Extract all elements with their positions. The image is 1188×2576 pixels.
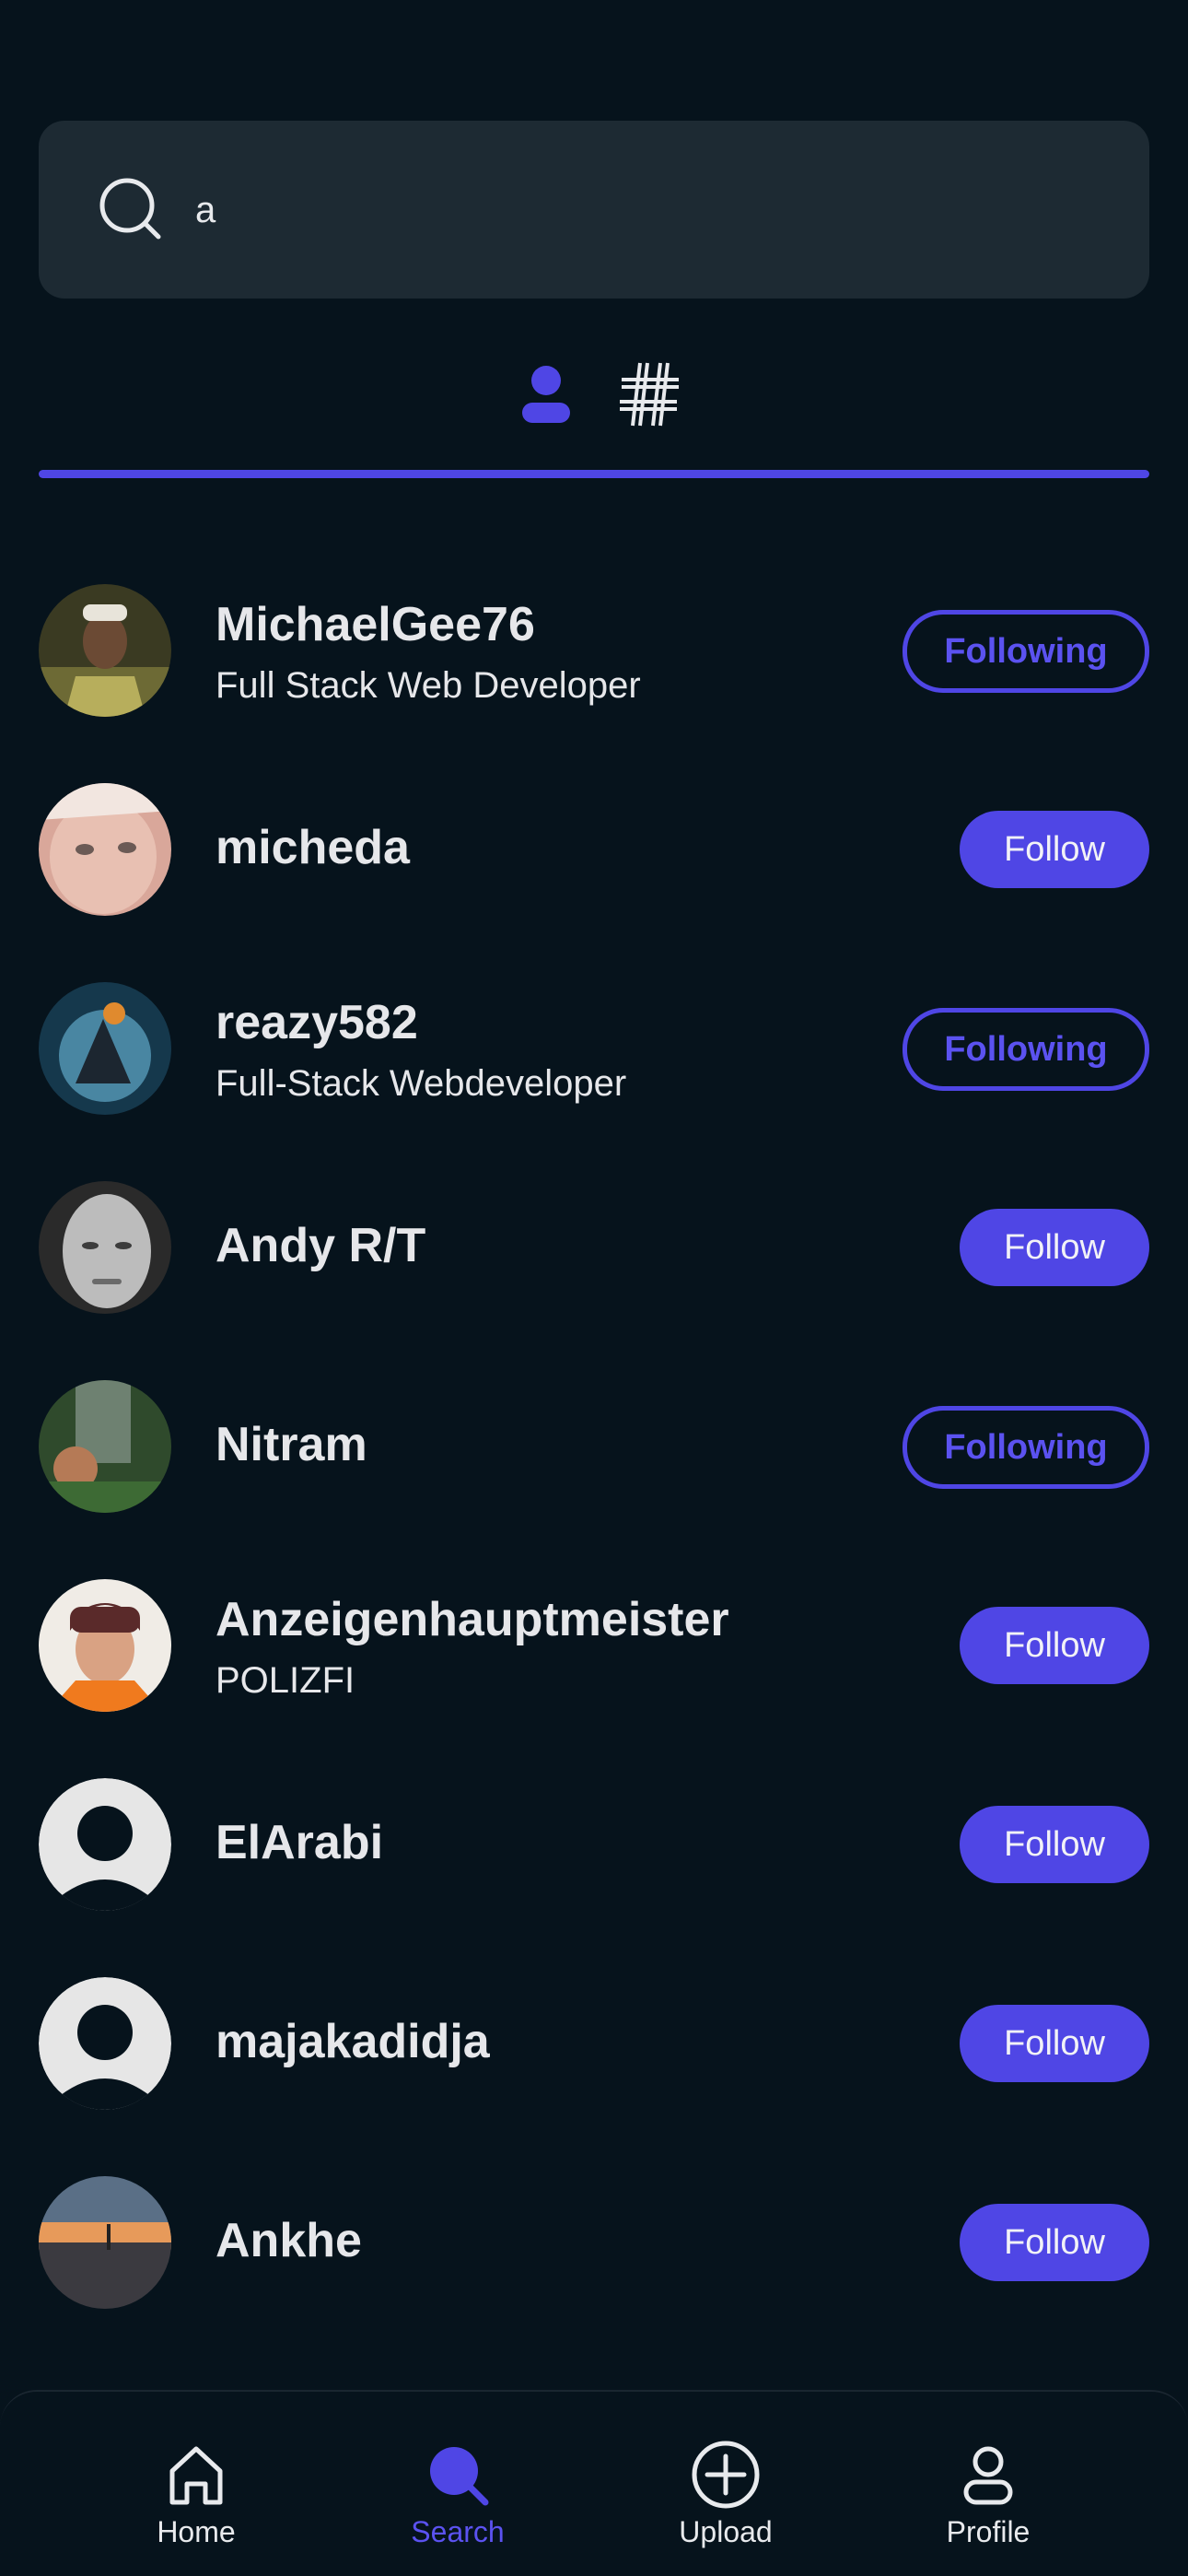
user-row[interactable]: MichaelGee76 Full Stack Web Developer Fo…	[39, 571, 1149, 770]
active-tab-indicator	[39, 470, 1149, 478]
follow-button[interactable]: Follow	[960, 811, 1149, 888]
avatar[interactable]	[39, 584, 171, 717]
follow-button[interactable]: Follow	[960, 1209, 1149, 1286]
user-results-list: MichaelGee76 Full Stack Web Developer Fo…	[39, 571, 1149, 2362]
bottom-nav: Home Search Upload Profile	[0, 2390, 1188, 2576]
plus-circle-icon	[692, 2441, 760, 2509]
username[interactable]: MichaelGee76	[215, 597, 535, 652]
nav-search-label: Search	[411, 2515, 505, 2548]
user-bio: Full Stack Web Developer	[215, 665, 641, 706]
default-avatar-icon	[39, 1977, 171, 2110]
avatar[interactable]	[39, 2176, 171, 2309]
search-icon	[99, 178, 161, 240]
nav-home-label: Home	[157, 2515, 236, 2548]
search-tabs	[39, 332, 1149, 479]
user-row[interactable]: Ankhe Follow	[39, 2163, 1149, 2362]
username[interactable]: micheda	[215, 820, 410, 875]
nav-profile-label: Profile	[946, 2515, 1031, 2548]
home-icon	[169, 2446, 223, 2505]
user-row[interactable]: majakadidja Follow	[39, 1964, 1149, 2163]
username[interactable]: Anzeigenhauptmeister	[215, 1592, 729, 1647]
user-row[interactable]: reazy582 Full-Stack Webdeveloper Followi…	[39, 969, 1149, 1168]
tab-hashtags[interactable]	[608, 348, 691, 440]
username[interactable]: Andy R/T	[215, 1218, 425, 1273]
username[interactable]: ElArabi	[215, 1815, 383, 1870]
hashtag-icon	[620, 362, 679, 427]
avatar[interactable]	[39, 1579, 171, 1712]
tab-people[interactable]	[505, 348, 588, 440]
follow-button[interactable]: Follow	[960, 1607, 1149, 1684]
avatar[interactable]	[39, 982, 171, 1115]
search-bar[interactable]	[39, 121, 1149, 299]
user-bio: POLIZFI	[215, 1660, 355, 1701]
nav-upload[interactable]: Upload	[634, 2438, 818, 2558]
avatar[interactable]	[39, 1181, 171, 1314]
user-row[interactable]: Nitram Following	[39, 1367, 1149, 1566]
following-button[interactable]: Following	[903, 610, 1149, 693]
person-icon	[522, 366, 570, 423]
follow-button[interactable]: Follow	[960, 2005, 1149, 2082]
avatar[interactable]	[39, 783, 171, 916]
user-row[interactable]: micheda Follow	[39, 770, 1149, 969]
user-row[interactable]: Anzeigenhauptmeister POLIZFI Follow	[39, 1566, 1149, 1765]
default-avatar-icon	[39, 1778, 171, 1911]
profile-icon	[963, 2446, 1013, 2505]
user-row[interactable]: Andy R/T Follow	[39, 1168, 1149, 1367]
avatar[interactable]	[39, 1778, 171, 1911]
user-row[interactable]: ElArabi Follow	[39, 1765, 1149, 1964]
username[interactable]: Nitram	[215, 1417, 367, 1472]
follow-button[interactable]: Follow	[960, 1806, 1149, 1883]
username[interactable]: reazy582	[215, 995, 418, 1050]
nav-upload-label: Upload	[679, 2515, 773, 2548]
username[interactable]: majakadidja	[215, 2014, 490, 2069]
nav-search[interactable]: Search	[366, 2438, 550, 2558]
follow-button[interactable]: Follow	[960, 2204, 1149, 2281]
user-bio: Full-Stack Webdeveloper	[215, 1063, 627, 1104]
username[interactable]: Ankhe	[215, 2213, 362, 2268]
following-button[interactable]: Following	[903, 1406, 1149, 1489]
avatar[interactable]	[39, 1977, 171, 2110]
nav-profile[interactable]: Profile	[896, 2438, 1080, 2558]
search-input[interactable]	[193, 167, 1100, 253]
following-button[interactable]: Following	[903, 1008, 1149, 1091]
avatar[interactable]	[39, 1380, 171, 1513]
nav-home[interactable]: Home	[104, 2438, 288, 2558]
search-icon	[430, 2447, 489, 2506]
